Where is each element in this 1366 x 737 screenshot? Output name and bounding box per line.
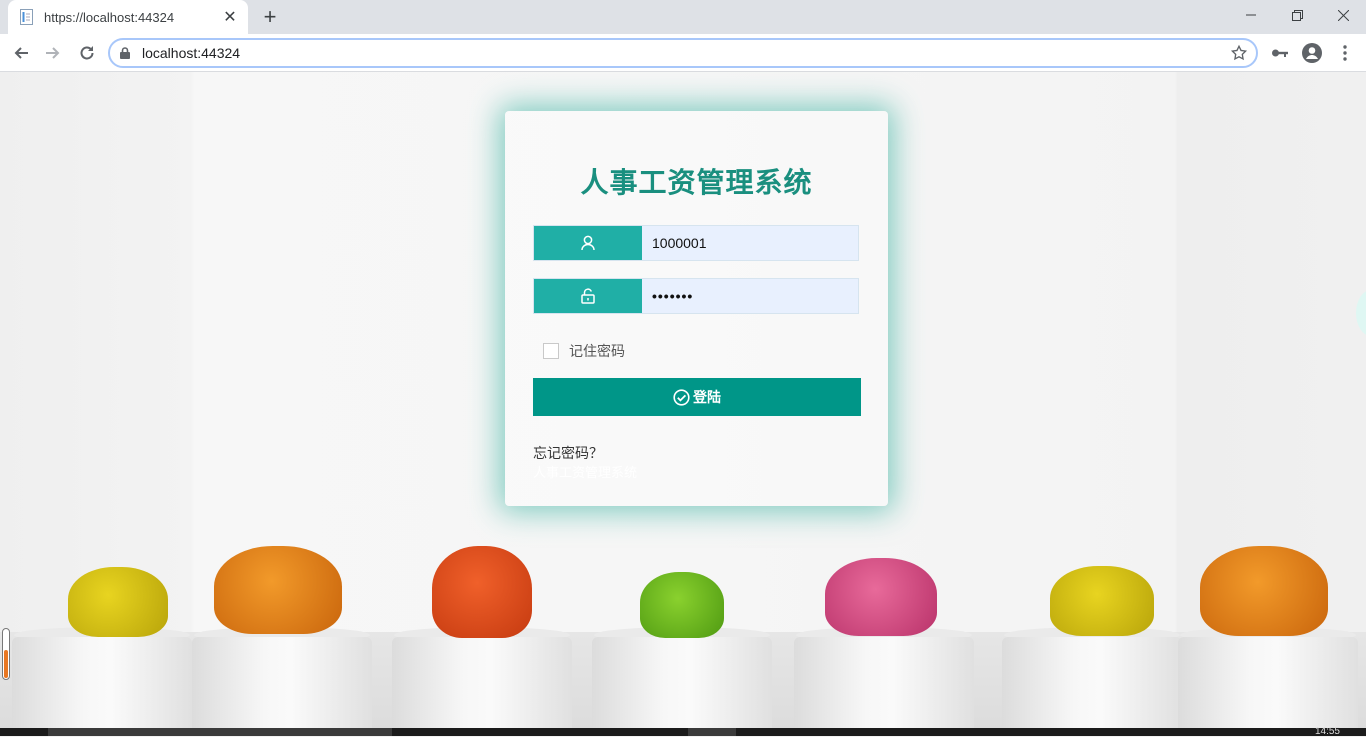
taskbar-clock: 14:55 bbox=[1314, 726, 1340, 737]
username-input[interactable] bbox=[642, 226, 858, 260]
login-card: 人事工资管理系统 ••••••• 记住密码 登陆 忘记密码？ 人事工资管理系统 bbox=[505, 111, 888, 506]
check-circle-icon bbox=[673, 388, 690, 406]
remember-password[interactable]: 记住密码 bbox=[543, 341, 625, 361]
back-icon[interactable] bbox=[8, 40, 34, 66]
star-icon[interactable] bbox=[1230, 44, 1248, 67]
os-taskbar: 14:55 bbox=[0, 726, 1366, 737]
key-icon[interactable] bbox=[1269, 42, 1291, 64]
unlock-icon bbox=[534, 279, 642, 313]
close-window-icon[interactable] bbox=[1320, 0, 1366, 30]
browser-tabstrip: https://localhost:44324 ✕ + bbox=[0, 0, 1366, 34]
login-button[interactable]: 登陆 bbox=[533, 378, 861, 416]
footer-text: 人事工资管理系统 bbox=[533, 465, 638, 480]
restore-icon[interactable] bbox=[1274, 0, 1320, 30]
reload-icon[interactable] bbox=[74, 40, 100, 66]
forgot-password-link[interactable]: 忘记密码？ bbox=[533, 443, 603, 463]
side-scroll-fill bbox=[4, 650, 8, 678]
browser-toolbar: localhost:44324 bbox=[0, 34, 1366, 72]
password-input[interactable]: ••••••• bbox=[642, 279, 858, 313]
url-text: localhost:44324 bbox=[142, 45, 241, 61]
minimize-icon[interactable] bbox=[1228, 0, 1274, 30]
new-tab-button[interactable]: + bbox=[258, 5, 282, 29]
tab-close-icon[interactable]: ✕ bbox=[222, 7, 238, 27]
password-field: ••••••• bbox=[533, 278, 859, 314]
page-favicon-icon bbox=[20, 9, 34, 25]
address-bar[interactable]: localhost:44324 bbox=[108, 38, 1258, 68]
menu-icon[interactable] bbox=[1334, 42, 1356, 64]
side-scroll-indicator[interactable] bbox=[2, 628, 10, 680]
system-title: 人事工资管理系统 bbox=[580, 167, 813, 198]
account-icon[interactable] bbox=[1301, 42, 1323, 64]
lock-icon bbox=[120, 46, 134, 60]
side-widget[interactable] bbox=[1356, 290, 1366, 336]
remember-label: 记住密码 bbox=[569, 343, 625, 359]
taskbar-item[interactable] bbox=[48, 728, 392, 736]
username-field bbox=[533, 225, 859, 261]
forward-icon[interactable] bbox=[40, 40, 66, 66]
taskbar-item[interactable] bbox=[688, 728, 736, 736]
browser-tab[interactable]: https://localhost:44324 ✕ bbox=[8, 0, 248, 34]
remember-checkbox[interactable] bbox=[543, 343, 559, 359]
user-icon bbox=[534, 226, 642, 260]
login-button-label: 登陆 bbox=[693, 389, 721, 405]
tab-title: https://localhost:44324 bbox=[44, 9, 175, 25]
